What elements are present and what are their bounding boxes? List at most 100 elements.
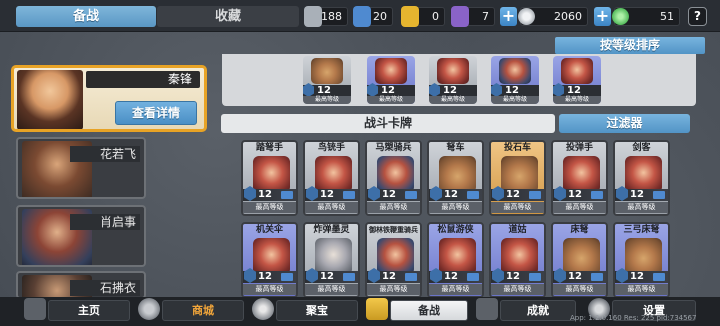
progress-bar bbox=[653, 191, 665, 199]
level-badge-icon bbox=[244, 268, 256, 283]
card-art bbox=[625, 238, 662, 275]
level-value: 12 bbox=[444, 271, 458, 282]
sort-by-level-button[interactable]: 按等级排序 bbox=[555, 37, 705, 54]
shop-icon bbox=[138, 298, 160, 320]
max-level-label: 最高等级 bbox=[553, 202, 606, 213]
nav-treasure[interactable]: 聚宝 bbox=[276, 300, 358, 321]
level-badge-icon bbox=[554, 268, 566, 283]
card-name: 马槊骑兵 bbox=[375, 143, 412, 153]
card-name: 弩车 bbox=[446, 143, 465, 153]
level-badge-icon bbox=[306, 186, 318, 201]
unit-card[interactable]: 马槊骑兵 12 最高等级 bbox=[365, 140, 422, 216]
unit-card[interactable]: 御林铁鞭重骑兵 12 最高等级 bbox=[365, 222, 422, 298]
unit-card[interactable]: 道姑 12 最高等级 bbox=[489, 222, 546, 298]
card-name: 机关伞 bbox=[255, 225, 283, 235]
unit-art bbox=[311, 58, 343, 84]
unit-card[interactable]: 床弩 12 最高等级 bbox=[551, 222, 608, 298]
progress-bar bbox=[591, 273, 603, 281]
unit-card[interactable]: 弩车 12 最高等级 bbox=[427, 140, 484, 216]
card-name: 三弓床弩 bbox=[623, 225, 660, 235]
card-art bbox=[377, 156, 414, 193]
hero-card-huaruofei[interactable]: 花若飞 bbox=[16, 137, 146, 199]
selected-unit[interactable]: 12 最高等级 bbox=[367, 56, 415, 104]
gold-banner-icon bbox=[401, 6, 419, 27]
help-button[interactable]: ? bbox=[688, 7, 707, 26]
nav-prepare[interactable]: 备战 bbox=[390, 300, 468, 321]
hero-name: 肖启事 bbox=[70, 214, 140, 230]
selected-hero-card[interactable]: 秦锋 查看详情 bbox=[11, 65, 207, 132]
max-level-label: 最高等级 bbox=[305, 202, 358, 213]
max-level-label: 最高等级 bbox=[429, 202, 482, 213]
level-value: 12 bbox=[443, 85, 457, 96]
level-badge-icon bbox=[492, 186, 504, 201]
progress-bar bbox=[467, 191, 479, 199]
hero-card-xiaoqishi[interactable]: 肖启事 bbox=[16, 205, 146, 267]
blue-banner-count: 20 bbox=[353, 6, 393, 27]
hero-card-shifuyi[interactable]: 石拂衣 bbox=[16, 271, 146, 299]
progress-bar bbox=[529, 273, 541, 281]
unit-card[interactable]: 踏弩手 12 最高等级 bbox=[241, 140, 298, 216]
card-art bbox=[315, 238, 352, 275]
level-value: 12 bbox=[320, 189, 334, 200]
unit-art bbox=[437, 58, 469, 84]
hero-portrait bbox=[17, 70, 83, 129]
unit-card[interactable]: 松鼠游侠 12 最高等级 bbox=[427, 222, 484, 298]
view-details-button[interactable]: 查看详情 bbox=[115, 101, 197, 125]
progress-bar bbox=[343, 191, 355, 199]
progress-bar bbox=[405, 191, 417, 199]
version-label: App: 1.2.0.160 Res: 225 pid:734567 bbox=[570, 314, 697, 322]
level-value: 12 bbox=[317, 85, 331, 96]
level-value: 12 bbox=[505, 85, 519, 96]
max-level-label: 最高等级 bbox=[243, 284, 296, 295]
level-value: 12 bbox=[381, 85, 395, 96]
level-value: 12 bbox=[568, 271, 582, 282]
unit-card[interactable]: 机关伞 12 最高等级 bbox=[241, 222, 298, 298]
level-value: 12 bbox=[568, 189, 582, 200]
level-value: 12 bbox=[382, 189, 396, 200]
level-value: 12 bbox=[630, 189, 644, 200]
tab-prepare[interactable]: 备战 bbox=[16, 6, 156, 27]
gold-banner-count: 0 bbox=[401, 6, 445, 27]
progress-bar bbox=[653, 273, 665, 281]
card-art bbox=[439, 238, 476, 275]
max-level-label: 最高等级 bbox=[491, 96, 539, 104]
max-level-label: 最高等级 bbox=[553, 284, 606, 295]
selected-unit[interactable]: 12 最高等级 bbox=[303, 56, 351, 104]
nav-home[interactable]: 主页 bbox=[48, 300, 130, 321]
unit-card[interactable]: 投石车 12 最高等级 bbox=[489, 140, 546, 216]
progress-bar bbox=[281, 273, 293, 281]
hero-name: 石拂衣 bbox=[70, 280, 140, 296]
unit-card[interactable]: 炸弹墨灵 12 最高等级 bbox=[303, 222, 360, 298]
card-name: 投弹手 bbox=[565, 143, 593, 153]
card-art bbox=[563, 156, 600, 193]
add-jade-button[interactable]: + bbox=[594, 7, 611, 26]
nav-shop[interactable]: 商城 bbox=[162, 300, 244, 321]
level-value: 12 bbox=[382, 271, 396, 282]
filter-button[interactable]: 过滤器 bbox=[559, 114, 690, 133]
selected-unit[interactable]: 12 最高等级 bbox=[491, 56, 539, 104]
card-art bbox=[377, 238, 414, 275]
unit-card[interactable]: 剑客 12 最高等级 bbox=[613, 140, 670, 216]
level-badge-icon bbox=[616, 186, 628, 201]
battle-cards-title: 战斗卡牌 bbox=[221, 114, 555, 133]
max-level-label: 最高等级 bbox=[491, 202, 544, 213]
tab-collection[interactable]: 收藏 bbox=[157, 6, 299, 27]
unit-card[interactable]: 三弓床弩 12 最高等级 bbox=[613, 222, 670, 298]
max-level-label: 最高等级 bbox=[429, 96, 477, 104]
card-name: 炸弹墨灵 bbox=[313, 225, 350, 235]
selected-unit[interactable]: 12 最高等级 bbox=[429, 56, 477, 104]
level-value: 12 bbox=[258, 271, 272, 282]
nav-achievements[interactable]: 成就 bbox=[500, 300, 576, 321]
add-silver-button[interactable]: + bbox=[500, 7, 517, 26]
unit-card[interactable]: 鸟铳手 12 最高等级 bbox=[303, 140, 360, 216]
level-value: 12 bbox=[567, 85, 581, 96]
max-level-label: 最高等级 bbox=[615, 284, 668, 295]
level-value: 12 bbox=[258, 189, 272, 200]
selected-unit[interactable]: 12 最高等级 bbox=[553, 56, 601, 104]
cards-icon bbox=[366, 298, 388, 320]
unit-card[interactable]: 投弹手 12 最高等级 bbox=[551, 140, 608, 216]
silver-medal-icon bbox=[304, 6, 322, 27]
level-badge-icon bbox=[368, 186, 380, 201]
silver-medal-count: 188 bbox=[304, 6, 348, 27]
progress-bar bbox=[281, 191, 293, 199]
